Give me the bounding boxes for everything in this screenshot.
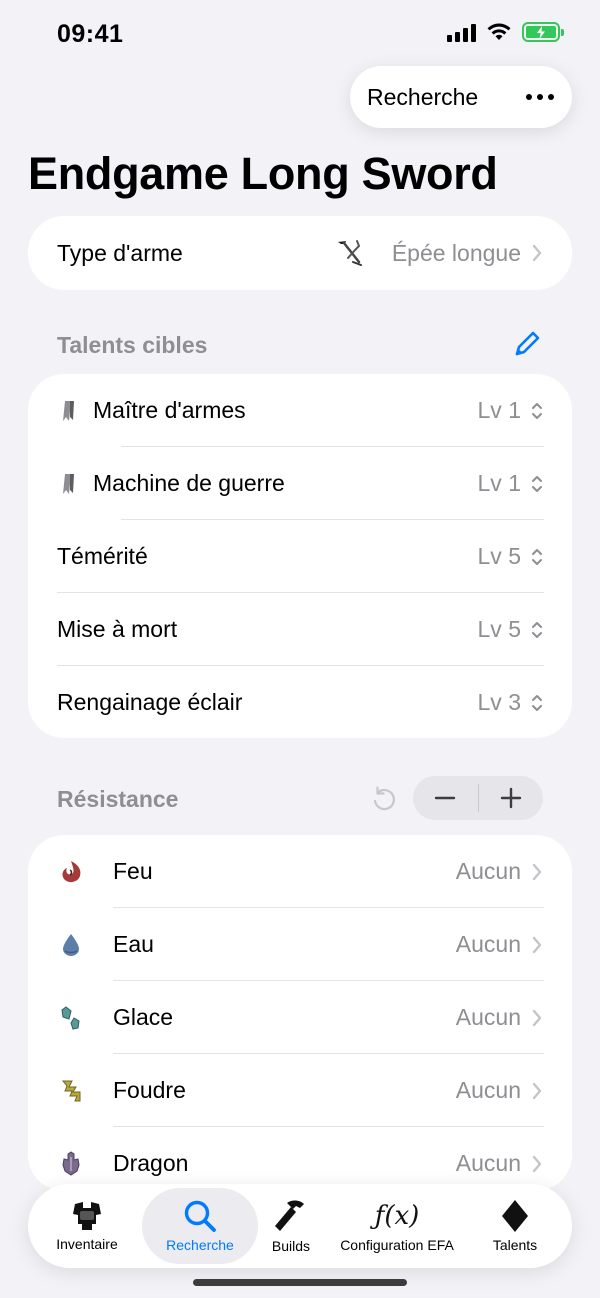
talent-row[interactable]: Machine de guerre Lv 1	[28, 447, 572, 520]
resistance-row[interactable]: Feu Aucun	[28, 835, 572, 908]
diamond-icon	[502, 1200, 528, 1232]
talents-section-header: Talents cibles	[57, 332, 208, 358]
talent-level: Lv 5	[477, 543, 521, 569]
status-bar: 09:41	[0, 0, 600, 70]
talent-label: Maître d'armes	[93, 397, 246, 423]
tab-label: Talents	[492, 1237, 538, 1253]
decrement-button[interactable]	[413, 776, 478, 820]
weapon-type-label: Type d'arme	[57, 239, 183, 266]
ice-icon	[57, 1004, 85, 1032]
plus-icon	[500, 787, 521, 809]
talent-level: Lv 1	[477, 470, 521, 496]
search-icon	[184, 1200, 216, 1232]
tab-talents[interactable]: Talents	[470, 1188, 560, 1264]
talents-card: Maître d'armes Lv 1 Machine de guerre Lv…	[28, 374, 572, 738]
bookmark-icon	[63, 400, 74, 421]
resistance-label: Eau	[113, 931, 154, 957]
page-title: Endgame Long Sword	[28, 148, 498, 199]
status-indicators	[447, 22, 564, 42]
talent-label: Rengainage éclair	[57, 689, 243, 715]
tab-builds[interactable]: Builds	[258, 1188, 324, 1264]
talent-row[interactable]: Rengainage éclair Lv 3	[28, 666, 572, 738]
fire-icon	[57, 858, 85, 886]
chevron-right-icon	[532, 244, 542, 262]
resistance-value: Aucun	[455, 1077, 521, 1103]
long-sword-icon	[337, 240, 362, 266]
talent-level: Lv 3	[477, 689, 521, 715]
resistance-value: Aucun	[455, 931, 521, 957]
chevron-right-icon	[532, 1082, 542, 1099]
function-icon: ƒ(x)	[374, 1201, 420, 1231]
talent-label: Machine de guerre	[93, 470, 285, 496]
talent-level: Lv 5	[477, 616, 521, 642]
status-time: 09:41	[57, 20, 124, 48]
resistance-section-header: Résistance	[57, 786, 179, 812]
battery-icon	[522, 22, 564, 42]
tab-recherche[interactable]: Recherche	[142, 1188, 258, 1264]
tab-configuration-efa[interactable]: ƒ(x) Configuration EFA	[324, 1188, 470, 1264]
weapon-type-card: Type d'arme Épée longue	[28, 216, 572, 290]
talent-label: Mise à mort	[57, 616, 178, 642]
talent-row[interactable]: Mise à mort Lv 5	[28, 593, 572, 666]
thunder-icon	[57, 1077, 85, 1105]
tab-label: Inventaire	[56, 1236, 118, 1252]
pencil-edit-icon[interactable]	[513, 330, 541, 358]
bookmark-icon	[63, 473, 74, 494]
armor-icon	[73, 1202, 101, 1230]
chevron-right-icon	[532, 1009, 542, 1026]
resistance-row[interactable]: Foudre Aucun	[28, 1054, 572, 1127]
home-indicator	[193, 1279, 407, 1286]
dragon-icon	[57, 1150, 85, 1178]
minus-icon	[435, 796, 456, 800]
more-options-icon[interactable]	[526, 94, 554, 100]
talent-row[interactable]: Témérité Lv 5	[28, 520, 572, 593]
increment-button[interactable]	[479, 776, 544, 820]
resistance-label: Foudre	[113, 1077, 186, 1103]
weapon-type-value: Épée longue	[391, 239, 521, 266]
water-icon	[57, 931, 85, 959]
chevron-right-icon	[532, 1155, 542, 1172]
reset-icon[interactable]	[369, 784, 399, 814]
tab-label: Configuration EFA	[340, 1237, 454, 1253]
tab-inventaire[interactable]: Inventaire	[32, 1188, 142, 1264]
talent-label: Témérité	[57, 543, 148, 569]
hammer-icon	[275, 1200, 304, 1231]
resistance-value: Aucun	[455, 1150, 521, 1176]
talent-level: Lv 1	[477, 397, 521, 423]
chevron-up-down-icon[interactable]	[530, 473, 544, 495]
resistance-label: Dragon	[113, 1150, 189, 1176]
tab-label: Builds	[271, 1238, 311, 1254]
weapon-type-row[interactable]: Type d'arme Épée longue	[28, 216, 572, 290]
chevron-up-down-icon[interactable]	[530, 400, 544, 422]
chevron-up-down-icon[interactable]	[530, 692, 544, 714]
resistance-label: Glace	[113, 1004, 174, 1030]
tab-label: Recherche	[166, 1237, 234, 1253]
resistance-row[interactable]: Eau Aucun	[28, 908, 572, 981]
search-pill-label: Recherche	[367, 83, 479, 110]
chevron-up-down-icon[interactable]	[530, 619, 544, 641]
cellular-signal-icon	[447, 22, 476, 42]
chevron-right-icon	[532, 863, 542, 880]
search-menu-pill[interactable]: Recherche	[350, 66, 572, 128]
wifi-icon	[487, 23, 511, 40]
resistance-value: Aucun	[455, 858, 521, 884]
resistance-row[interactable]: Glace Aucun	[28, 981, 572, 1054]
resistance-card: Feu Aucun Eau Aucun Glace Aucun Foudre A…	[28, 835, 572, 1191]
talent-row[interactable]: Maître d'armes Lv 1	[28, 374, 572, 447]
resistance-label: Feu	[113, 858, 153, 884]
resistance-value: Aucun	[455, 1004, 521, 1030]
resistance-row[interactable]: Dragon Aucun	[28, 1127, 572, 1191]
chevron-right-icon	[532, 936, 542, 953]
resistance-stepper	[413, 776, 543, 820]
chevron-up-down-icon[interactable]	[530, 546, 544, 568]
tab-bar: Inventaire Recherche Builds ƒ(x) Configu…	[28, 1184, 572, 1268]
